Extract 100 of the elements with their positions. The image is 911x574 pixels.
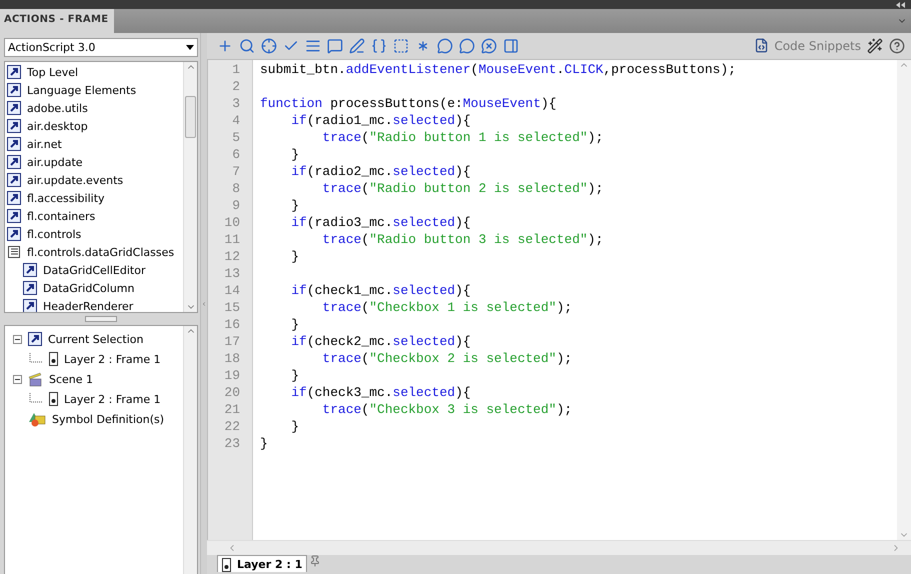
line-number: 1 (232, 61, 240, 78)
line-number: 3 (232, 95, 240, 112)
book-icon (7, 245, 21, 259)
collapse-panel-icon[interactable] (201, 300, 207, 308)
help-icon[interactable] (889, 38, 905, 54)
braces-icon[interactable] (371, 38, 387, 54)
arrow-box-icon (7, 137, 21, 151)
code-line: if(check2_mc.selected){ (290, 334, 471, 349)
line-number: 6 (232, 146, 240, 163)
arrow-box-icon (7, 119, 21, 133)
toolbox-item[interactable]: adobe.utils (27, 102, 88, 114)
toolbox-item[interactable]: air.desktop (27, 120, 88, 132)
comment-icon[interactable] (459, 38, 475, 54)
toolbox-item[interactable]: fl.controls.dataGridClasses (27, 246, 174, 258)
code-line: } (290, 317, 300, 332)
line-number: 18 (224, 350, 240, 367)
splitter-handle[interactable] (85, 316, 117, 322)
toolbox-item[interactable]: air.update.events (27, 174, 124, 186)
align-lines-icon[interactable] (305, 38, 321, 54)
code-line: } (290, 368, 300, 383)
code-line: } (290, 249, 300, 264)
toolbox-item[interactable]: Top Level (27, 66, 78, 78)
arrow-box-icon (7, 227, 21, 241)
frame-icon (49, 392, 58, 406)
toolbox-item[interactable]: DataGridCellEditor (43, 264, 146, 276)
line-number: 9 (232, 197, 240, 214)
clapperboard-icon (28, 372, 43, 386)
code-line: trace("Radio button 3 is selected"); (321, 232, 604, 247)
panel-icon[interactable] (503, 38, 519, 54)
code-line: } (290, 198, 300, 213)
arrow-box-icon (23, 281, 37, 295)
language-dropdown[interactable]: ActionScript 3.0 (4, 38, 198, 57)
line-number: 19 (224, 367, 240, 384)
arrow-box-icon (7, 191, 21, 205)
collapse-icon[interactable] (13, 374, 22, 384)
scroll-thumb[interactable] (185, 96, 196, 138)
line-number: 22 (224, 418, 240, 435)
line-number: 16 (224, 316, 240, 333)
collapse-arrows-icon[interactable] (895, 2, 905, 8)
tree-connector-icon (29, 353, 43, 365)
line-number: 14 (224, 282, 240, 299)
code-line: if(radio3_mc.selected){ (290, 215, 471, 230)
line-number: 11 (224, 231, 240, 248)
toolbox-item[interactable]: HeaderRenderer (43, 300, 134, 312)
speech-bubble-icon[interactable] (327, 38, 343, 54)
frame-icon (49, 352, 58, 366)
navigator-item[interactable]: Layer 2 : Frame 1 (64, 352, 161, 366)
code-line: if(check1_mc.selected){ (290, 283, 471, 298)
panel-tab[interactable]: ACTIONS - FRAME (0, 9, 114, 33)
line-number: 12 (224, 248, 240, 265)
code-line: } (260, 436, 268, 451)
comment-remove-icon[interactable] (481, 38, 497, 54)
line-number: 20 (224, 384, 240, 401)
toolbox-item[interactable]: air.update (27, 156, 83, 168)
comment-icon[interactable] (437, 38, 453, 54)
code-line: trace("Checkbox 1 is selected"); (321, 300, 572, 315)
line-number: 7 (232, 163, 240, 180)
shapes-icon (28, 411, 46, 427)
toolbox-item[interactable]: fl.controls (27, 228, 82, 240)
line-number: 4 (232, 112, 240, 129)
line-number: 2 (232, 78, 240, 95)
arrow-box-icon (23, 299, 37, 312)
line-number: 8 (232, 180, 240, 197)
line-number: 10 (224, 214, 240, 231)
line-number: 23 (224, 435, 240, 452)
pen-icon[interactable] (349, 38, 365, 54)
navigator-item[interactable]: Current Selection (48, 332, 144, 346)
arrow-box-icon (7, 173, 21, 187)
toolbox-item[interactable]: Language Elements (27, 84, 136, 96)
toolbox-item[interactable]: fl.accessibility (27, 192, 105, 204)
line-number: 13 (224, 265, 240, 282)
arrow-box-icon (7, 209, 21, 223)
wand-icon[interactable] (867, 38, 883, 54)
arrow-box-icon (7, 101, 21, 115)
snippet-icon (754, 38, 770, 53)
arrow-box-icon (28, 332, 42, 346)
pin-icon[interactable] (309, 555, 322, 567)
toolbox-item[interactable]: fl.containers (27, 210, 96, 222)
code-line: if(radio2_mc.selected){ (290, 164, 471, 179)
arrow-box-icon (23, 263, 37, 277)
line-number: 15 (224, 299, 240, 316)
arrow-box-icon (7, 65, 21, 79)
toolbox-item[interactable]: DataGridColumn (43, 282, 134, 294)
script-tab[interactable]: Layer 2 : 1 (217, 555, 308, 572)
code-line: trace("Checkbox 3 is selected"); (321, 402, 572, 417)
plus-icon[interactable] (217, 38, 233, 54)
navigator-item[interactable]: Layer 2 : Frame 1 (64, 392, 161, 406)
collapse-icon[interactable] (13, 334, 22, 344)
crosshair-icon[interactable] (261, 38, 277, 54)
arrow-box-icon (7, 83, 21, 97)
toolbox-item[interactable]: air.net (27, 138, 62, 150)
code-line: submit_btn.addEventListener(MouseEvent.CLICK,processButtons); (260, 62, 736, 77)
search-icon[interactable] (239, 38, 255, 54)
code-line: trace("Radio button 1 is selected"); (321, 130, 604, 145)
navigator-item[interactable]: Scene 1 (49, 372, 94, 386)
code-line: } (290, 147, 300, 162)
dropdown-arrow-icon (186, 45, 194, 50)
frame-icon (222, 558, 231, 572)
line-number: 21 (224, 401, 240, 418)
navigator-item[interactable]: Symbol Definition(s) (52, 412, 164, 426)
